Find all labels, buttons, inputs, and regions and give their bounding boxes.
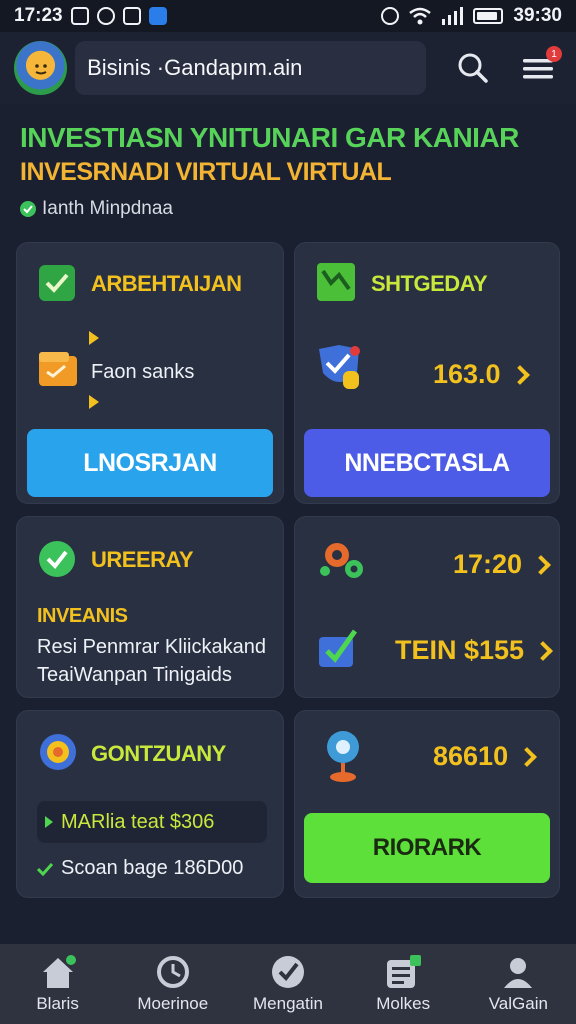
card-value: 163.0 xyxy=(433,359,530,390)
nav-item-blaris[interactable]: Blaris xyxy=(3,954,113,1014)
value-text: 86610 xyxy=(433,741,509,771)
search-button[interactable] xyxy=(450,44,497,92)
status-clock-right: 39:30 xyxy=(513,5,562,26)
chevron-right-icon xyxy=(509,364,530,385)
arrow-icon xyxy=(45,816,53,828)
card-riorark: 86610 RIORARK xyxy=(294,710,560,898)
secondary-action-button[interactable]: NNEBCTASLA xyxy=(304,429,550,497)
card-stats: 17:20 TEIN $155 xyxy=(294,516,560,698)
nav-label: Molkes xyxy=(376,994,431,1013)
nav-item-moerinoe[interactable]: Moerinoe xyxy=(118,954,228,1014)
card-title: GONTZUANY xyxy=(91,741,226,766)
status-bar: 17:23 39:30 xyxy=(0,0,576,32)
app-header: Bisinis ·Gandapım.ain 1 xyxy=(0,32,576,104)
amount-field[interactable]: MARlia teat $306 xyxy=(37,801,267,843)
battery-icon xyxy=(473,8,504,24)
target-icon xyxy=(37,731,79,773)
menu-button[interactable]: 1 xyxy=(515,44,562,92)
card-shtgeday: SHTGEDAY 163.0 NNEBCTASLA xyxy=(294,242,560,504)
status-time: 17:23 xyxy=(14,5,63,26)
check-circle-icon xyxy=(271,956,304,988)
lion-shield-icon[interactable] xyxy=(14,41,68,95)
card-subtitle: INVEANIS xyxy=(37,605,128,627)
card-note-text: Scoan bage 186D00 xyxy=(61,857,244,879)
notification-badge: 1 xyxy=(545,46,562,62)
app-icon xyxy=(148,7,167,25)
chart-box-icon xyxy=(315,261,357,303)
chevron-right-icon xyxy=(517,746,537,767)
circle-icon xyxy=(96,7,115,25)
card-title: ARBEHTAIJAN xyxy=(91,271,242,296)
check-icon xyxy=(20,201,36,217)
arrow-icon xyxy=(89,395,99,409)
hero-subtitle: INVESRNADI VIRTUAL VIRTUAL xyxy=(20,158,392,186)
nav-item-molkes[interactable]: Molkes xyxy=(348,954,458,1014)
card-arbehtaijan: ARBEHTAIJAN Faon sanks LNOSRJAN xyxy=(16,242,284,504)
value-text: TEIN $155 xyxy=(395,635,525,665)
card-row-text: Faon sanks xyxy=(91,361,195,383)
card-gontzuany: GONTZUANY MARlia teat $306 Scoan bage 18… xyxy=(16,710,284,898)
card-line-1: Resi Penmrar Kliickakand xyxy=(37,636,266,658)
chevron-right-icon xyxy=(531,554,551,575)
wallet-icon xyxy=(37,349,79,389)
check-circle-icon xyxy=(37,539,77,579)
card-value: 17:20 xyxy=(453,549,551,580)
card-value-2: TEIN $155 xyxy=(395,635,553,666)
arrow-icon xyxy=(89,331,99,345)
card-note: Scoan bage 186D00 xyxy=(37,857,243,880)
check-box-icon xyxy=(317,625,363,669)
nav-label: Mengatin xyxy=(253,994,323,1013)
riorark-button[interactable]: RIORARK xyxy=(304,813,550,883)
card-value: 86610 xyxy=(433,741,537,772)
search-icon xyxy=(458,53,488,83)
hero-note: Ianth Minpdnaa xyxy=(20,198,560,220)
signal-icon xyxy=(442,7,464,25)
bottom-nav: Blaris Moerinoe Mengatin Molkes ValGain xyxy=(0,944,576,1024)
chat-icon xyxy=(122,7,141,25)
wifi-icon xyxy=(409,7,432,25)
card-ureeray: UREERAY INVEANIS Resi Penmrar Kliickakan… xyxy=(16,516,284,698)
chevron-right-icon xyxy=(533,640,553,661)
grid-icon xyxy=(70,7,89,25)
card-line-2: TeaiWanpan Tinigaids xyxy=(37,664,232,686)
nav-label: Blaris xyxy=(36,994,79,1013)
hero-note-text: Ianth Minpdnaa xyxy=(42,198,173,219)
value-text: 163.0 xyxy=(433,359,501,389)
card-title: SHTGEDAY xyxy=(371,271,488,296)
card-title: UREERAY xyxy=(91,547,194,572)
app-name: Bisinis ·Gandapım.ain xyxy=(87,55,303,80)
primary-action-button[interactable]: LNOSRJAN xyxy=(27,429,273,497)
home-icon xyxy=(42,955,76,988)
shield-hand-icon xyxy=(315,343,367,395)
app-name-field[interactable]: Bisinis ·Gandapım.ain xyxy=(75,41,426,95)
value-text: 17:20 xyxy=(453,549,523,579)
nav-label: ValGain xyxy=(488,994,548,1013)
alarm-icon xyxy=(381,7,400,25)
shield-check-icon xyxy=(37,263,77,303)
user-icon xyxy=(504,958,533,988)
nav-item-mengatin[interactable]: Mengatin xyxy=(233,954,343,1014)
clock-icon xyxy=(156,956,189,988)
list-icon xyxy=(387,955,422,988)
gears-icon xyxy=(317,533,367,583)
amount-field-text: MARlia teat $306 xyxy=(61,810,215,833)
location-pin-icon xyxy=(323,727,363,783)
nav-label: Moerinoe xyxy=(137,994,209,1013)
hero-section: INVESTIASN YNITUNARI GAR KANIAR INVESRNA… xyxy=(20,122,560,220)
nav-item-valgain[interactable]: ValGain xyxy=(463,954,573,1014)
check-icon xyxy=(37,862,53,876)
hero-title: INVESTIASN YNITUNARI GAR KANIAR xyxy=(20,122,519,153)
